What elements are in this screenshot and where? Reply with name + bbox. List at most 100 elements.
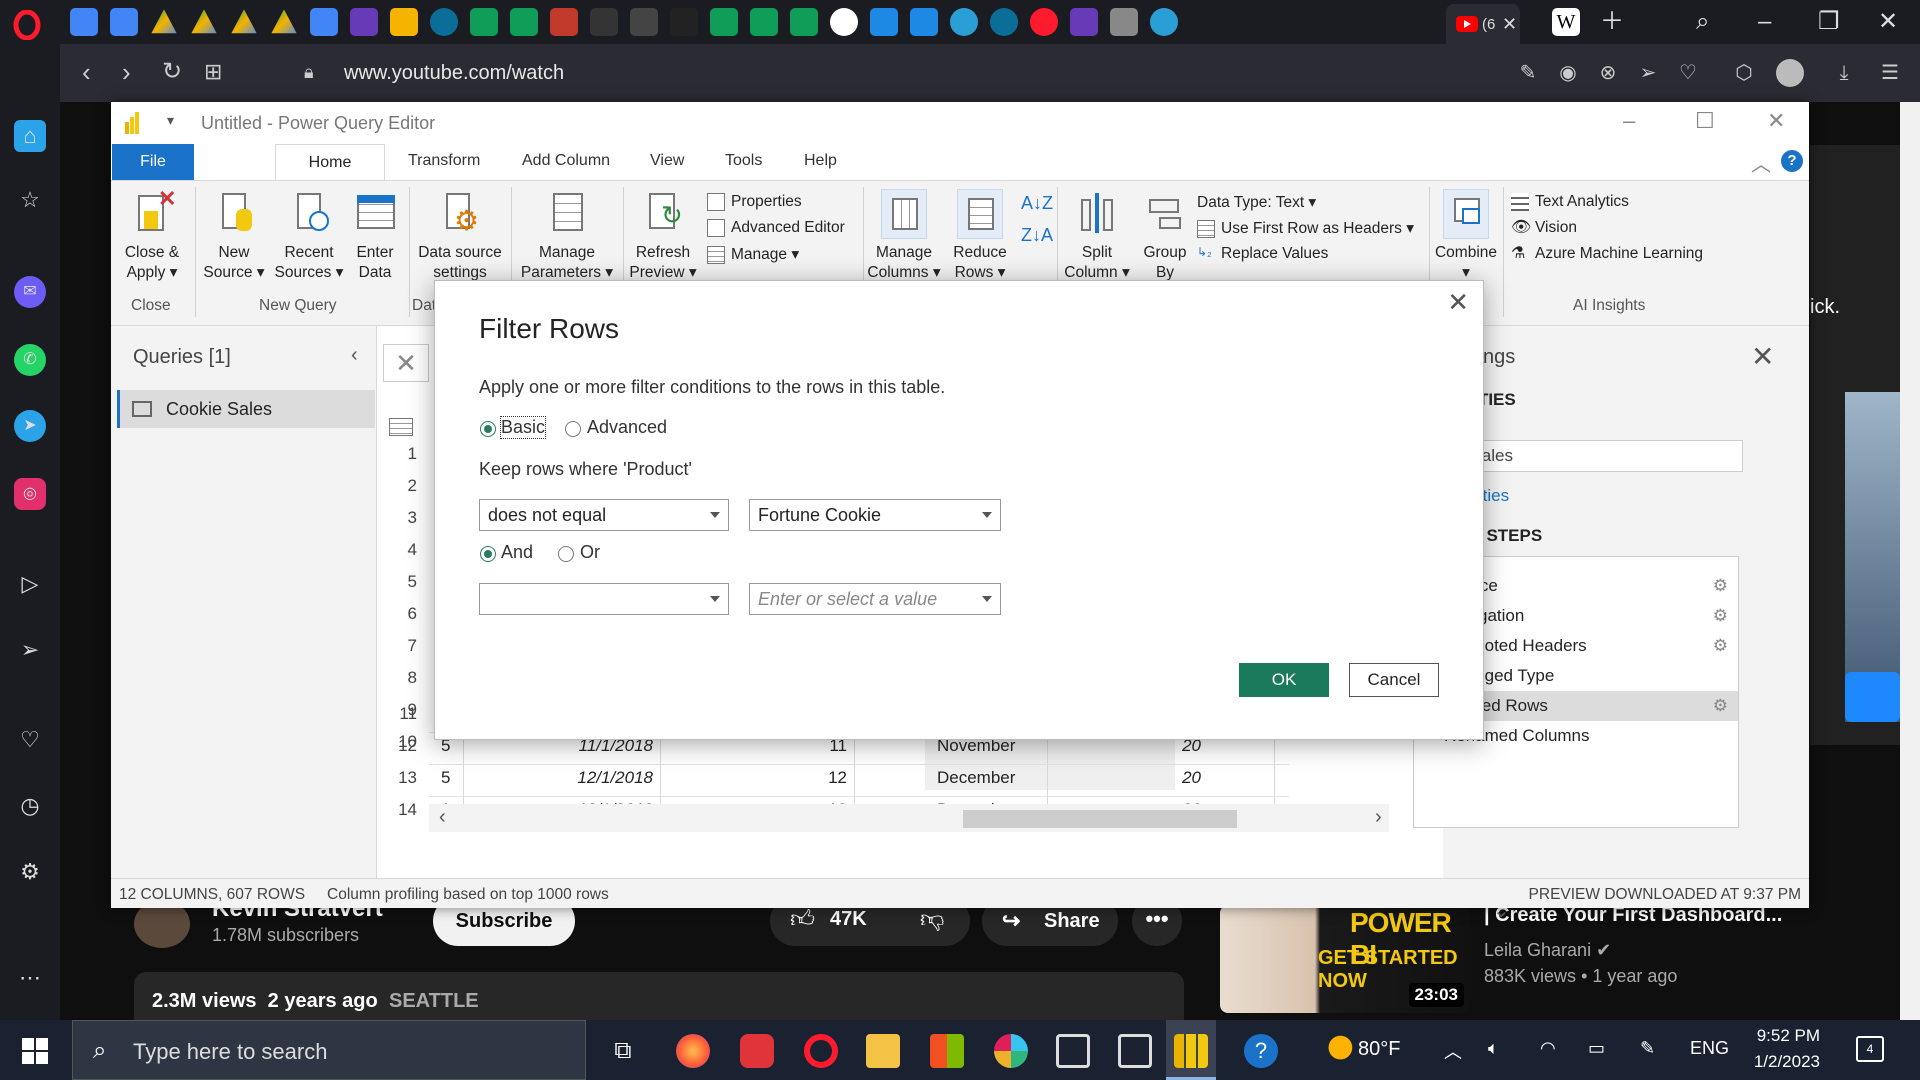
wifi-icon[interactable]: ◠ [1540,1038,1556,1059]
youtube-side-button[interactable] [1845,672,1900,722]
unity-icon[interactable] [1118,1034,1152,1068]
tab-forms-icon[interactable] [350,8,378,36]
tab-file[interactable]: File [112,144,194,180]
row-number[interactable]: 2 [377,476,417,496]
unity-icon[interactable] [1056,1034,1090,1068]
scroll-right-icon[interactable]: › [1375,806,1382,829]
notifications-icon[interactable]: 4 [1856,1036,1884,1062]
manage-columns-button[interactable]: Manage Columns ▾ [863,189,945,283]
pen-icon[interactable]: ✎ [1640,1038,1655,1059]
tab-docs-icon[interactable] [310,8,338,36]
settings-icon[interactable]: ⚙ [14,856,46,888]
slack-icon[interactable] [994,1034,1028,1068]
forward-icon[interactable]: › [122,58,131,86]
tab-app-icon[interactable] [870,8,898,36]
home-icon[interactable]: ⌂ [14,120,46,152]
properties-button[interactable]: Properties [707,193,802,211]
power-bi-icon[interactable] [1174,1034,1208,1068]
tab-sheets-icon[interactable] [470,8,498,36]
tab-sheets-icon[interactable] [790,8,818,36]
row-number[interactable]: 3 [377,508,417,528]
manage-button[interactable]: Manage ▾ [707,245,799,264]
history-icon[interactable]: ◷ [14,790,46,822]
advanced-radio[interactable] [565,421,581,437]
star-icon[interactable]: ☆ [14,184,46,216]
more-icon[interactable]: ⋯ [14,962,46,994]
tab-forms-icon[interactable] [1070,8,1098,36]
row-number[interactable]: 5 [377,572,417,592]
url-field[interactable]: www.youtube.com/watch [344,62,564,85]
volume-icon[interactable]: 🔈︎ [1488,1038,1499,1059]
tab-slides-icon[interactable] [390,8,418,36]
tab-opera-icon[interactable] [1030,8,1058,36]
tab-app-icon[interactable] [830,8,858,36]
advanced-label[interactable]: Advanced [587,417,667,438]
tab-app-icon[interactable] [550,8,578,36]
text-analytics-button[interactable]: Text Analytics [1511,193,1629,211]
row-number[interactable]: 6 [377,604,417,624]
split-column-button[interactable]: Split Column ▾ [1061,189,1133,283]
store-icon[interactable] [930,1034,964,1068]
reduce-rows-button[interactable]: Reduce Rows ▾ [947,189,1013,283]
scroll-left-icon[interactable]: ‹ [439,806,446,829]
reload-icon[interactable]: ↻ [162,58,182,86]
group-by-button[interactable]: Group By [1137,189,1193,283]
tab-view[interactable]: View [650,152,684,170]
taskbar-search[interactable]: ⌕ Type here to search [72,1020,586,1080]
recommended-video-thumbnail[interactable]: POWER BI GET STARTED NOW 23:03 [1220,905,1470,1013]
send-icon[interactable]: ➢ [14,634,46,666]
tab-app-icon[interactable] [670,8,698,36]
player-icon[interactable]: ▷ [14,568,46,600]
data-source-settings-button[interactable]: ⚙ Data source settings [413,189,507,283]
or-radio[interactable] [558,546,574,562]
location-tag[interactable]: SEATTLE [389,990,479,1013]
row-number[interactable]: 14 [377,800,417,820]
like-count[interactable]: 47K [830,908,867,931]
tab-drive-icon[interactable] [151,9,177,34]
new-source-button[interactable]: New Source ▾ [199,189,269,283]
azure-ml-button[interactable]: ⚗ Azure Machine Learning [1511,245,1703,263]
sort-ascending-icon[interactable]: A↓Z [1021,193,1053,214]
close-tab-icon[interactable]: ✕ [1502,14,1517,35]
tab-help[interactable]: Help [804,152,837,170]
tab-drive-icon[interactable] [191,9,217,34]
replace-values-button[interactable]: ↳₂ Replace Values [1197,245,1328,263]
year-cell[interactable]: 20 [1011,768,1201,788]
sort-descending-icon[interactable]: Z↓A [1021,225,1053,246]
value-dropdown-1[interactable]: Fortune Cookie [749,499,1001,531]
active-tab-youtube[interactable]: (6 ✕ [1446,4,1520,44]
row-number[interactable]: 1 [377,444,417,464]
value-dropdown-2[interactable]: Enter or select a value [749,583,1001,615]
messenger-icon[interactable]: ✉ [14,276,46,308]
new-tab-plus-icon[interactable]: ＋ [1600,8,1624,36]
row-number[interactable]: 8 [377,668,417,688]
scrollbar-thumb[interactable] [963,810,1237,828]
close-apply-button[interactable]: ✕ Close & Apply ▾ [119,188,185,283]
query-name-input[interactable]: kie Sales [1443,440,1743,472]
back-icon[interactable]: ‹ [82,58,91,86]
operator-dropdown-2[interactable] [479,583,729,615]
tab-app-icon[interactable] [990,8,1018,36]
tab-react-icon[interactable] [1150,8,1178,36]
help-app-icon[interactable]: ? [1244,1034,1278,1068]
app-icon[interactable] [740,1034,774,1068]
tab-docs-icon[interactable] [110,8,138,36]
task-view-icon[interactable]: ⧉ [606,1034,640,1068]
and-label[interactable]: And [501,542,533,563]
file-explorer-icon[interactable] [866,1034,900,1068]
recommended-channel[interactable]: Leila Gharani ✔ [1484,940,1611,961]
table-cell[interactable]: 5 [441,768,450,788]
formula-cancel-icon[interactable]: ✕ [383,344,429,382]
month-number-cell[interactable]: 12 [657,768,847,788]
tab-wikipedia-icon[interactable]: W [1552,8,1580,36]
download-icon[interactable]: ⤓ [1832,61,1856,85]
profile-avatar-icon[interactable] [1776,59,1804,87]
send-icon[interactable]: ➢ [1636,61,1660,85]
minimize-icon[interactable]: – [1623,108,1635,134]
minimize-icon[interactable]: – [1758,8,1771,36]
tab-transform[interactable]: Transform [408,152,480,170]
tab-home[interactable]: Home [275,144,385,181]
tab-sheets-icon[interactable] [510,8,538,36]
query-item-cookie-sales[interactable]: Cookie Sales [117,390,375,428]
gear-icon[interactable]: ⚙ [1713,691,1728,721]
